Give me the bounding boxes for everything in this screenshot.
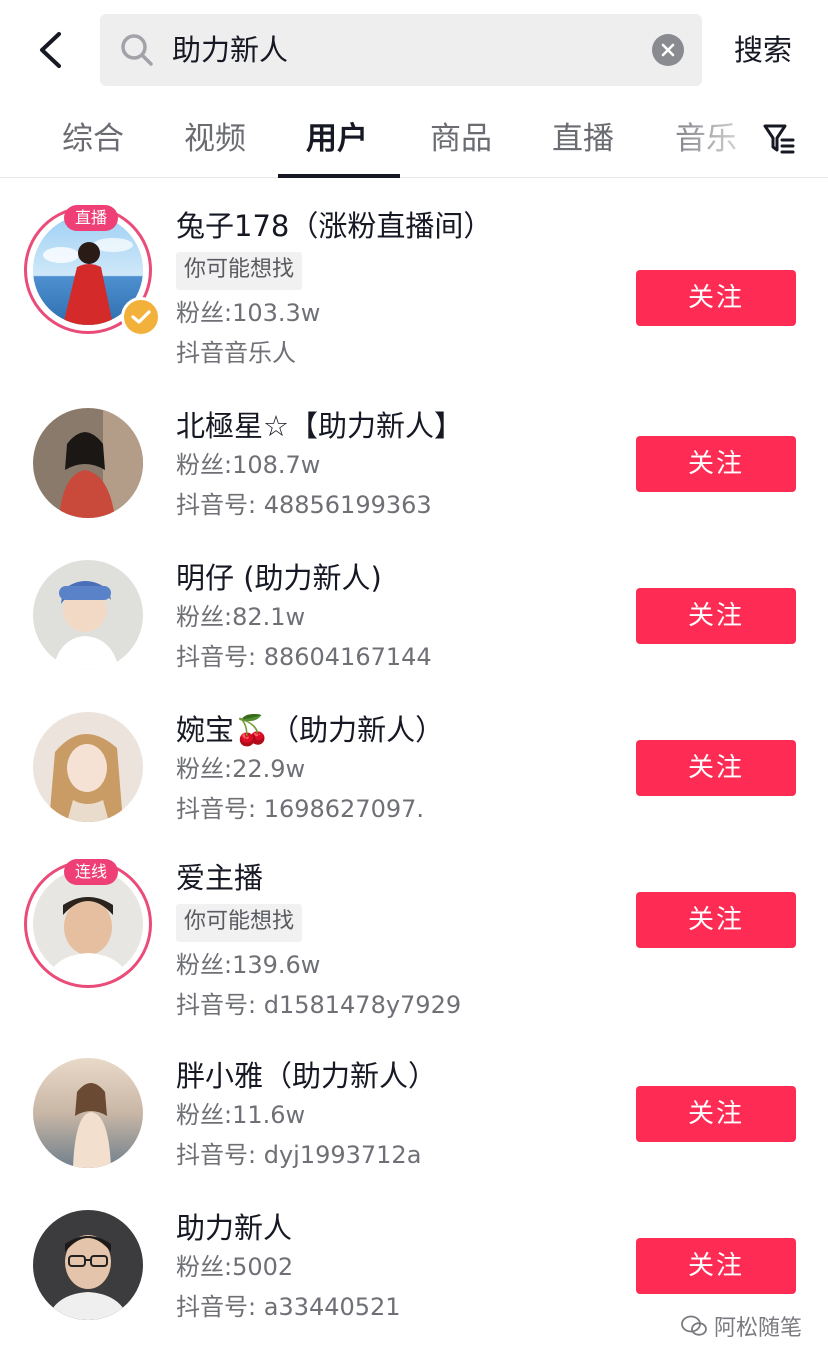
user-name: 婉宝🍒（助力新人） bbox=[176, 713, 445, 747]
user-info: 胖小雅（助力新人） 粉丝:11.6w 抖音号: dyj1993712a bbox=[176, 1056, 616, 1176]
douyin-id: 抖音号: 48856199363 bbox=[176, 491, 432, 519]
user-name: 北極星☆【助力新人】 bbox=[176, 409, 463, 443]
user-name: 兔子178（涨粉直播间） bbox=[176, 209, 493, 243]
user-info: 爱主播 你可能想找 粉丝:139.6w 抖音号: d1581478y7929 bbox=[176, 858, 616, 1026]
douyin-id: 抖音号: d1581478y7929 bbox=[176, 991, 462, 1019]
follow-button[interactable]: 关注 bbox=[636, 892, 796, 948]
tab-bar: 综合 视频 用户 商品 直播 音乐 bbox=[0, 100, 828, 178]
user-name: 明仔 (助力新人) bbox=[176, 561, 382, 595]
follower-count: 粉丝:5002 bbox=[176, 1253, 294, 1281]
avatar-wrap[interactable] bbox=[33, 1210, 143, 1320]
verified-icon bbox=[121, 297, 161, 337]
tab-comprehensive[interactable]: 综合 bbox=[62, 114, 124, 164]
tab-products[interactable]: 商品 bbox=[430, 114, 492, 164]
live-badge: 直播 bbox=[64, 205, 118, 231]
avatar-wrap[interactable] bbox=[33, 1058, 143, 1168]
avatar bbox=[33, 408, 143, 518]
follower-count: 粉丝:11.6w bbox=[176, 1101, 306, 1129]
follow-button[interactable]: 关注 bbox=[636, 1238, 796, 1294]
filter-button[interactable] bbox=[762, 120, 796, 158]
user-info: 明仔 (助力新人) 粉丝:82.1w 抖音号: 88604167144 bbox=[176, 558, 616, 678]
follower-count: 粉丝:139.6w bbox=[176, 951, 321, 979]
douyin-id: 抖音号: dyj1993712a bbox=[176, 1141, 422, 1169]
user-info: 北極星☆【助力新人】 粉丝:108.7w 抖音号: 48856199363 bbox=[176, 406, 616, 526]
user-info: 助力新人 粉丝:5002 抖音号: a33440521 bbox=[176, 1208, 616, 1328]
filter-icon bbox=[763, 124, 795, 154]
search-box[interactable]: 助力新人 bbox=[100, 14, 702, 86]
avatar bbox=[33, 560, 143, 670]
active-tab-indicator bbox=[278, 174, 400, 178]
close-icon bbox=[661, 43, 675, 57]
avatar-live[interactable]: 直播 bbox=[24, 205, 161, 337]
user-info: 婉宝🍒（助力新人） 粉丝:22.9w 抖音号: 1698627097. bbox=[176, 710, 616, 830]
suggestion-tag: 你可能想找 bbox=[176, 252, 303, 290]
co-host-badge: 连线 bbox=[64, 859, 118, 885]
follow-button[interactable]: 关注 bbox=[636, 270, 796, 326]
douyin-id: 抖音号: 88604167144 bbox=[176, 643, 432, 671]
suggestion-tag: 你可能想找 bbox=[176, 904, 303, 942]
search-input[interactable]: 助力新人 bbox=[172, 14, 632, 86]
user-subtitle: 抖音音乐人 bbox=[176, 339, 296, 367]
avatar-wrap[interactable] bbox=[33, 560, 143, 670]
follower-count: 粉丝:108.7w bbox=[176, 451, 321, 479]
avatar bbox=[33, 712, 143, 822]
tab-users[interactable]: 用户 bbox=[306, 114, 368, 164]
follow-button[interactable]: 关注 bbox=[636, 588, 796, 644]
search-icon bbox=[121, 34, 153, 66]
wechat-icon bbox=[681, 1315, 707, 1336]
follower-count: 粉丝:82.1w bbox=[176, 603, 306, 631]
clear-search-button[interactable] bbox=[652, 34, 684, 66]
avatar bbox=[33, 1210, 143, 1320]
chevron-left-icon bbox=[40, 32, 61, 68]
follow-button[interactable]: 关注 bbox=[636, 740, 796, 796]
user-info: 兔子178（涨粉直播间） 你可能想找 粉丝:103.3w 抖音音乐人 bbox=[176, 206, 616, 374]
follower-count: 粉丝:22.9w bbox=[176, 755, 306, 783]
avatar bbox=[33, 869, 143, 979]
watermark: 阿松随笔 bbox=[680, 1308, 802, 1344]
search-button[interactable]: 搜索 bbox=[734, 24, 792, 76]
user-name: 胖小雅（助力新人） bbox=[176, 1059, 438, 1093]
back-button[interactable] bbox=[28, 28, 72, 72]
avatar-live[interactable]: 连线 bbox=[24, 859, 152, 988]
search-header: 助力新人 搜索 bbox=[0, 0, 828, 100]
follow-button[interactable]: 关注 bbox=[636, 1086, 796, 1142]
avatar-wrap[interactable] bbox=[33, 408, 143, 518]
watermark-text: 阿松随笔 bbox=[714, 1316, 803, 1341]
tab-live[interactable]: 直播 bbox=[552, 114, 614, 164]
follow-button[interactable]: 关注 bbox=[636, 436, 796, 492]
user-name: 助力新人 bbox=[176, 1211, 293, 1245]
user-name: 爱主播 bbox=[176, 861, 264, 895]
avatar-wrap[interactable] bbox=[33, 712, 143, 822]
douyin-id: 抖音号: a33440521 bbox=[176, 1293, 401, 1321]
follower-count: 粉丝:103.3w bbox=[176, 299, 321, 327]
tab-music[interactable]: 音乐 bbox=[675, 114, 737, 164]
avatar bbox=[33, 1058, 143, 1168]
douyin-id: 抖音号: 1698627097. bbox=[176, 795, 425, 823]
tab-videos[interactable]: 视频 bbox=[184, 114, 246, 164]
